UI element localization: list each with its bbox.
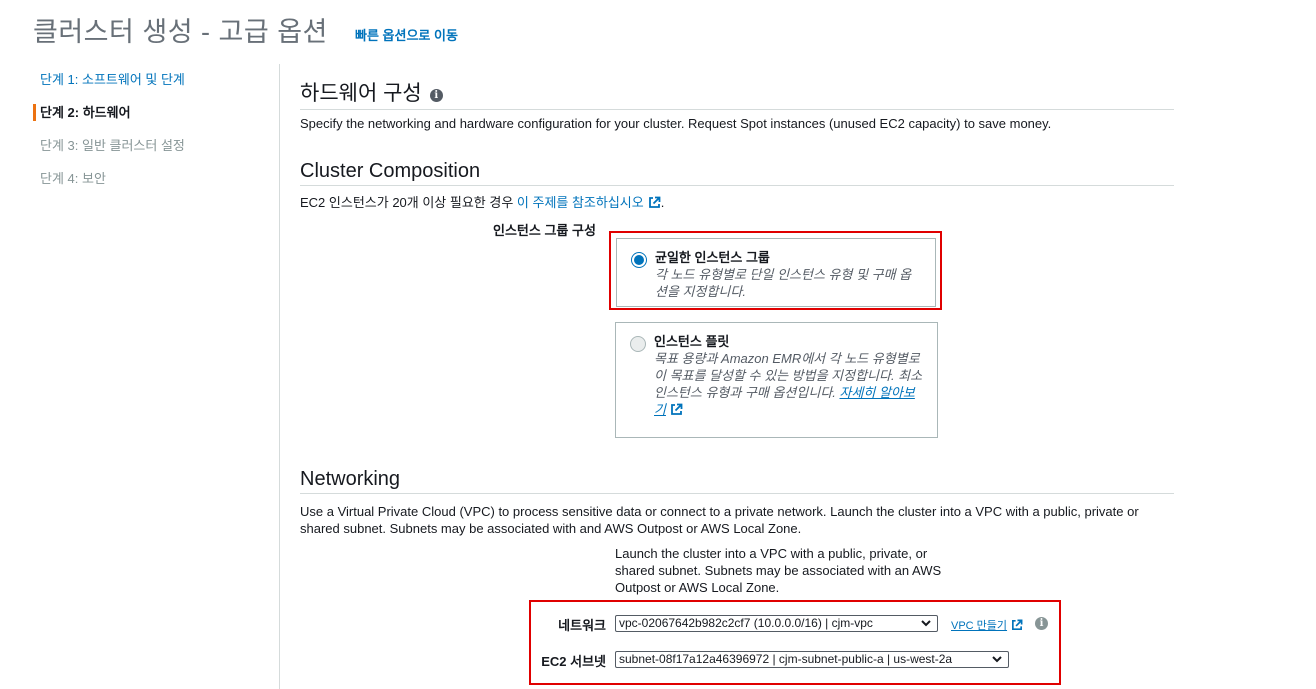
network-label: 네트워크 (558, 618, 606, 633)
go-to-quick-options-link[interactable]: 빠른 옵션으로 이동 (355, 25, 458, 44)
highlight-box-network (529, 600, 1061, 685)
hardware-description: Specify the networking and hardware conf… (300, 116, 1052, 131)
uniform-instance-groups-option[interactable]: 균일한 인스턴스 그룹 각 노드 유형별로 단일 인스턴스 유형 및 구매 옵션… (616, 238, 936, 307)
ec2-subnet-label: EC2 서브넷 (541, 654, 606, 669)
ec2-subnet-select-value: subnet-08f17a12a46396972 | cjm-subnet-pu… (619, 652, 953, 666)
info-icon[interactable]: i (429, 89, 443, 102)
create-vpc-label[interactable]: VPC 만들기 (951, 620, 1007, 632)
instance-group-config-label: 인스턴스 그룹 구성 (493, 223, 596, 238)
cluster-composition-note: EC2 인스턴스가 20개 이상 필요한 경우 이 주제를 참조하십시오. (300, 194, 664, 211)
note-prefix: EC2 인스턴스가 20개 이상 필요한 경우 (300, 195, 517, 210)
uniform-instance-groups-radio[interactable] (631, 252, 647, 268)
networking-heading: Networking (300, 468, 1174, 494)
instance-fleets-radio[interactable] (630, 336, 646, 352)
create-vpc-link[interactable]: VPC 만들기 (951, 617, 1023, 633)
option-description: 목표 용량과 Amazon EMR에서 각 노드 유형별로 이 목표를 달성할 … (654, 350, 923, 418)
see-topic-link[interactable]: 이 주제를 참조하십시오 (517, 195, 644, 210)
external-link-icon[interactable] (1011, 619, 1023, 631)
networking-vpc-note: Launch the cluster into a VPC with a pub… (615, 546, 942, 595)
step-1-software[interactable]: 단계 1: 소프트웨어 및 단계 (33, 70, 273, 103)
external-link-icon[interactable] (670, 403, 683, 416)
step-3-general-settings: 단계 3: 일반 클러스터 설정 (40, 138, 185, 153)
page-title: 클러스터 생성 - 고급 옵션 (33, 17, 328, 47)
networking-description: Use a Virtual Private Cloud (VPC) to pro… (300, 504, 1139, 536)
external-link-icon[interactable] (648, 196, 661, 209)
chevron-down-icon (921, 620, 931, 627)
info-icon[interactable]: i (1035, 617, 1048, 630)
network-select[interactable]: vpc-02067642b982c2cf7 (10.0.0.0/16) | cj… (615, 615, 938, 632)
cluster-composition-heading: Cluster Composition (300, 160, 1174, 186)
instance-fleets-option[interactable]: 인스턴스 플릿 목표 용량과 Amazon EMR에서 각 노드 유형별로 이 … (615, 322, 938, 438)
hardware-title: 하드웨어 구성 (300, 82, 422, 105)
ec2-subnet-select[interactable]: subnet-08f17a12a46396972 | cjm-subnet-pu… (615, 651, 1009, 668)
option-description: 각 노드 유형별로 단일 인스턴스 유형 및 구매 옵션을 지정합니다. (655, 267, 912, 299)
option-title: 인스턴스 플릿 (654, 334, 730, 349)
wizard-steps: 단계 1: 소프트웨어 및 단계 단계 2: 하드웨어 단계 3: 일반 클러스… (33, 70, 273, 202)
option-title: 균일한 인스턴스 그룹 (655, 250, 770, 265)
step-2-hardware: 단계 2: 하드웨어 (33, 103, 273, 136)
chevron-down-icon (992, 656, 1002, 663)
network-select-value: vpc-02067642b982c2cf7 (10.0.0.0/16) | cj… (619, 616, 873, 630)
note-suffix: . (660, 195, 665, 210)
hardware-section-heading: 하드웨어 구성 i (300, 77, 1174, 110)
sidebar-divider (279, 64, 280, 689)
step-4-security: 단계 4: 보안 (40, 171, 106, 186)
